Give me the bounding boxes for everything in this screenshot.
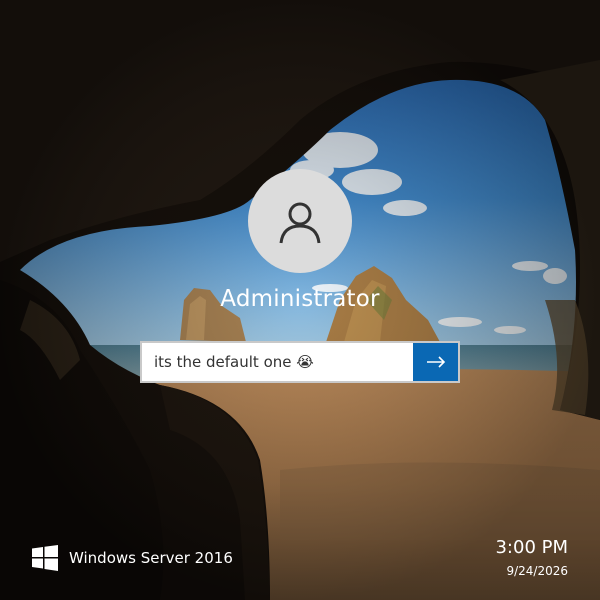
windows-logo-icon xyxy=(32,545,58,571)
password-form xyxy=(140,341,460,383)
os-name: Windows Server 2016 xyxy=(69,549,233,567)
arrow-right-icon xyxy=(426,356,445,368)
os-branding: Windows Server 2016 xyxy=(32,545,233,571)
user-silhouette-icon xyxy=(279,202,321,244)
clock-date: 9/24/2026 xyxy=(506,564,568,578)
password-input[interactable] xyxy=(140,341,413,383)
submit-button[interactable] xyxy=(413,341,460,383)
clock-time: 3:00 PM xyxy=(495,537,568,558)
user-avatar xyxy=(248,169,352,273)
username-label: Administrator xyxy=(220,286,380,312)
clock: 3:00 PM 9/24/2026 xyxy=(495,537,568,578)
lock-screen: Administrator Windows Server 2016 3:00 P… xyxy=(0,0,600,600)
